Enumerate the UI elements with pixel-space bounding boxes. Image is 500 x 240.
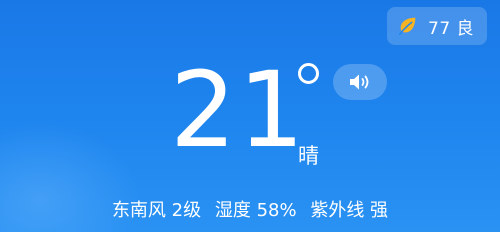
voice-broadcast-button[interactable]	[333, 64, 387, 100]
speaker-icon	[350, 74, 369, 90]
air-quality-badge[interactable]: 77 良	[387, 7, 487, 45]
aqi-value: 77	[428, 18, 451, 39]
temperature-value: 21	[170, 49, 307, 171]
weather-details: 东南风 2级 湿度 58% 紫外线 强	[0, 202, 500, 220]
leaf-icon	[399, 17, 416, 35]
weather-condition: 晴	[298, 144, 319, 168]
wind-info: 东南风 2级	[111, 200, 202, 221]
weather-screen: 77 良 21 晴 东南风 2级 湿度 58% 紫外线 强	[0, 0, 500, 232]
aqi-label: 良	[456, 18, 475, 39]
humidity-info: 湿度 58%	[214, 200, 297, 221]
uv-info: 紫外线 强	[310, 200, 389, 221]
degree-icon	[298, 63, 319, 84]
air-quality-text: 77 良	[428, 14, 474, 39]
